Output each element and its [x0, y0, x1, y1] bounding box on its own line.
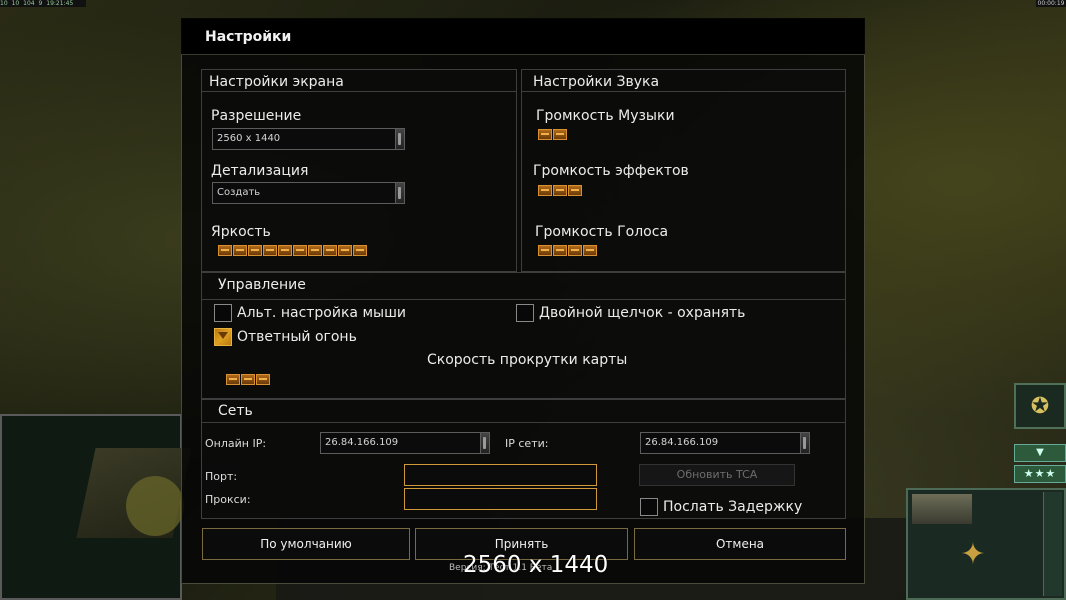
brightness-label: Яркость — [211, 224, 271, 240]
update-tca-button[interactable]: Обновить TCA — [639, 464, 795, 486]
screen-settings-header: Настройки экрана — [209, 74, 344, 90]
slider-segment — [538, 185, 552, 196]
alt-mouse-label: Альт. настройка мыши — [237, 305, 406, 321]
slider-segment — [353, 245, 367, 256]
slider-segment — [256, 374, 270, 385]
command-panel[interactable]: ✦ — [906, 488, 1066, 600]
hud-stat: 9 — [38, 0, 43, 7]
slider-segment — [553, 129, 567, 140]
unit-portrait[interactable] — [912, 494, 972, 524]
slider-segment — [338, 245, 352, 256]
controls-header: Управление — [218, 277, 306, 293]
lan-ip-dropdown[interactable]: 26.84.166.109 — [640, 432, 810, 454]
proxy-field[interactable] — [404, 488, 597, 510]
rank-stars-button[interactable]: ★★★ — [1014, 465, 1066, 483]
hud-stat: 10 — [0, 0, 8, 7]
lan-ip-value: 26.84.166.109 — [645, 437, 719, 448]
slider-segment — [553, 185, 567, 196]
effects-volume-label: Громкость эффектов — [533, 163, 689, 179]
music-volume-label: Громкость Музыки — [536, 108, 675, 124]
slider-segment — [293, 245, 307, 256]
minimap[interactable] — [0, 414, 192, 600]
detail-label: Детализация — [211, 163, 309, 179]
music-volume-slider[interactable] — [538, 129, 567, 140]
dialog-title: Настройки — [205, 29, 292, 45]
scroll-speed-label: Скорость прокрутки карты — [427, 352, 628, 368]
send-delay-label: Послать Задержку — [663, 499, 803, 515]
online-ip-dropdown[interactable]: 26.84.166.109 — [320, 432, 490, 454]
send-delay-checkbox[interactable] — [640, 498, 658, 516]
double-click-guard-checkbox[interactable] — [516, 304, 534, 322]
scroll-speed-slider[interactable] — [226, 374, 270, 385]
port-field[interactable] — [404, 464, 597, 486]
return-fire-checkbox[interactable] — [214, 328, 232, 346]
detail-value: Создать — [217, 187, 261, 198]
dropdown-scroll-icon[interactable] — [800, 433, 809, 453]
online-ip-label: Онлайн IP: — [205, 437, 267, 450]
slider-segment — [218, 245, 232, 256]
default-button[interactable]: По умолчанию — [202, 528, 410, 560]
hud-stat: 104 — [23, 0, 35, 7]
dropdown-scroll-icon[interactable] — [395, 183, 404, 203]
resolution-overlay: 2560 x 1440 — [463, 552, 609, 578]
minimap-area — [126, 476, 184, 536]
slider-segment — [553, 245, 567, 256]
cancel-button[interactable]: Отмена — [634, 528, 846, 560]
slider-segment — [248, 245, 262, 256]
slider-segment — [583, 245, 597, 256]
online-ip-value: 26.84.166.109 — [325, 437, 399, 448]
double-click-guard-label: Двойной щелчок - охранять — [539, 305, 746, 321]
hud-clock: 19:21:45 — [46, 0, 74, 7]
slider-segment — [538, 129, 552, 140]
faction-emblem-icon: ✦ — [960, 537, 986, 572]
resolution-label: Разрешение — [211, 108, 302, 124]
lan-ip-label: IP сети: — [505, 437, 549, 450]
alt-mouse-checkbox[interactable] — [214, 304, 232, 322]
effects-volume-slider[interactable] — [538, 185, 582, 196]
resolution-dropdown[interactable]: 2560 x 1440 — [212, 128, 405, 150]
slider-segment — [226, 374, 240, 385]
slider-segment — [233, 245, 247, 256]
chevron-down-icon[interactable]: ▼ — [1014, 444, 1066, 462]
slider-segment — [241, 374, 255, 385]
network-header: Сеть — [218, 403, 253, 419]
detail-dropdown[interactable]: Создать — [212, 182, 405, 204]
dropdown-scroll-icon[interactable] — [395, 129, 404, 149]
rank-badge-icon[interactable]: ✪ — [1014, 383, 1066, 429]
game-timer: 00:00:19 — [1036, 0, 1066, 7]
hud-status-bar: 10 10 104 9 19:21:45 — [0, 0, 86, 7]
slider-segment — [278, 245, 292, 256]
network-header-bar — [202, 400, 845, 423]
voice-volume-label: Громкость Голоса — [535, 224, 669, 240]
slider-segment — [263, 245, 277, 256]
slider-segment — [568, 185, 582, 196]
command-strip[interactable] — [1043, 492, 1062, 596]
proxy-label: Прокси: — [205, 493, 251, 506]
voice-volume-slider[interactable] — [538, 245, 597, 256]
sound-settings-header: Настройки Звука — [533, 74, 660, 90]
slider-segment — [538, 245, 552, 256]
hud-stat: 10 — [11, 0, 20, 7]
resolution-value: 2560 x 1440 — [217, 133, 281, 144]
slider-segment — [568, 245, 582, 256]
dropdown-scroll-icon[interactable] — [480, 433, 489, 453]
port-label: Порт: — [205, 470, 238, 483]
return-fire-label: Ответный огонь — [237, 329, 357, 345]
brightness-slider[interactable] — [218, 245, 367, 256]
slider-segment — [308, 245, 322, 256]
slider-segment — [323, 245, 337, 256]
